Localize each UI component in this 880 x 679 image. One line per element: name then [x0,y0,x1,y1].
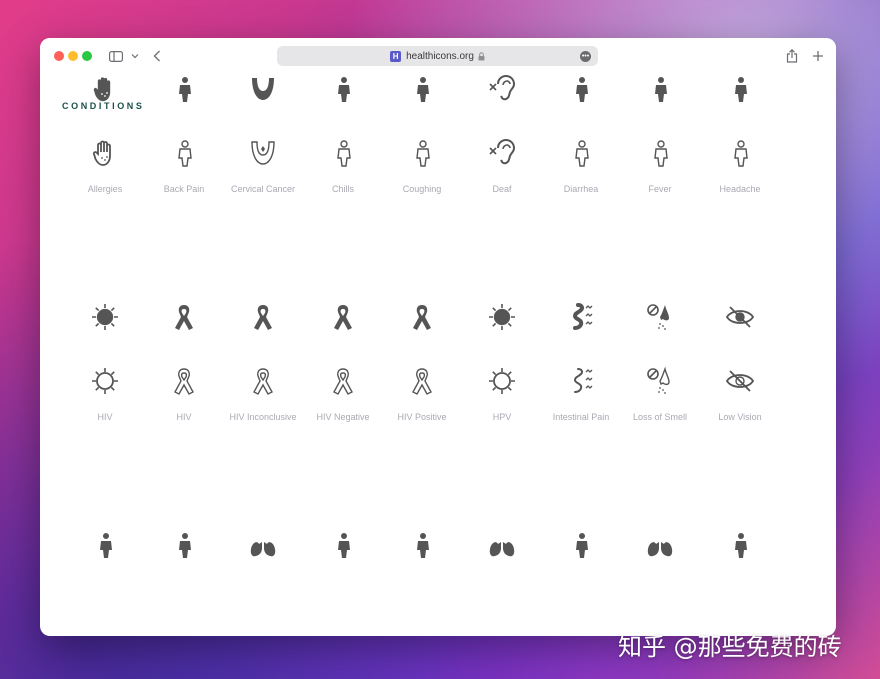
fever-icon[interactable] [645,74,675,104]
icon-label: HIV Inconclusive [229,412,297,422]
hiv-inconclusive-ribbon-icon[interactable] [248,302,278,332]
coughing-icon[interactable] [407,138,437,168]
headache-icon[interactable] [725,138,755,168]
intestinal-pain-icon[interactable] [566,366,596,396]
close-window-button[interactable] [54,51,64,61]
icon-label: HIV [176,412,192,422]
person-pain-icon[interactable] [328,530,358,560]
icon-label: Diarrhea [563,184,599,194]
deaf-ear-icon[interactable] [487,74,517,104]
hpv-virus-icon[interactable] [487,366,517,396]
icon-label: Cervical Cancer [230,184,296,194]
icon-label: Back Pain [163,184,205,194]
chills-icon[interactable] [328,138,358,168]
hiv-positive-ribbon-icon[interactable] [407,302,437,332]
icon-label: Allergies [87,184,123,194]
allergies-hand-icon[interactable] [90,74,120,104]
hiv-ribbon-icon[interactable] [169,366,199,396]
icon-label: HPV [492,412,512,422]
site-favicon-icon: H [390,50,402,62]
loss-of-smell-icon[interactable] [645,302,675,332]
icon-label: HIV Negative [316,412,370,422]
lungs-virus-icon[interactable] [645,530,675,560]
icon-label: Loss of Smell [632,412,688,422]
icon-label: Fever [648,184,672,194]
coughing-icon[interactable] [407,74,437,104]
share-icon[interactable] [785,48,799,64]
address-bar[interactable]: H healthicons.org ••• [277,46,598,66]
sidebar-toggle-icon[interactable] [108,48,124,64]
hiv-negative-ribbon-icon[interactable] [328,366,358,396]
page-content: CONDITIONS Allergies Back Pain Cervical … [40,74,836,636]
hpv-virus-icon[interactable] [487,302,517,332]
minimize-window-button[interactable] [68,51,78,61]
icon-label: Low Vision [718,412,762,422]
intestinal-pain-icon[interactable] [566,302,596,332]
headache-icon[interactable] [725,74,755,104]
url-text: healthicons.org [406,50,474,62]
fever-icon[interactable] [645,138,675,168]
diarrhea-icon[interactable] [566,74,596,104]
person-standing-icon[interactable] [566,530,596,560]
hiv-virus-icon[interactable] [90,302,120,332]
person-stomach-pain-icon[interactable] [90,530,120,560]
hiv-inconclusive-ribbon-icon[interactable] [248,366,278,396]
person-vomiting-icon[interactable] [725,530,755,560]
hiv-positive-ribbon-icon[interactable] [407,366,437,396]
back-pain-icon[interactable] [169,74,199,104]
lungs-spots-icon[interactable] [248,530,278,560]
allergies-hand-icon[interactable] [90,138,120,168]
more-options-icon[interactable]: ••• [580,51,591,62]
obesity-icon[interactable] [169,530,199,560]
hiv-negative-ribbon-icon[interactable] [328,302,358,332]
person-sneeze-icon[interactable] [407,530,437,560]
icon-label: Deaf [492,184,512,194]
icon-label: Headache [719,184,761,194]
cervical-cancer-icon[interactable] [248,138,278,168]
hiv-virus-icon[interactable] [90,366,120,396]
back-arrow-icon[interactable] [151,48,163,64]
browser-window: H healthicons.org ••• CONDITIONS Allergi… [40,38,836,636]
diarrhea-icon[interactable] [566,138,596,168]
icon-label: Chills [331,184,354,194]
low-vision-eye-icon[interactable] [725,302,755,332]
zoom-window-button[interactable] [82,51,92,61]
lungs-icon[interactable] [487,530,517,560]
chevron-down-icon[interactable] [130,48,140,64]
icon-label: HIV [97,412,113,422]
lock-icon [478,51,485,61]
loss-of-smell-icon[interactable] [645,366,675,396]
icon-label: HIV Positive [397,412,447,422]
icon-label: Coughing [402,184,442,194]
low-vision-eye-icon[interactable] [725,366,755,396]
new-tab-plus-icon[interactable] [811,48,825,64]
cervical-cancer-icon[interactable] [248,74,278,104]
chills-icon[interactable] [328,74,358,104]
icon-label: Intestinal Pain [552,412,610,422]
deaf-ear-icon[interactable] [487,138,517,168]
back-pain-icon[interactable] [169,138,199,168]
hiv-ribbon-icon[interactable] [169,302,199,332]
browser-toolbar: H healthicons.org ••• [40,38,836,74]
watermark-text: 知乎 @那些免费的砖 [618,633,842,661]
